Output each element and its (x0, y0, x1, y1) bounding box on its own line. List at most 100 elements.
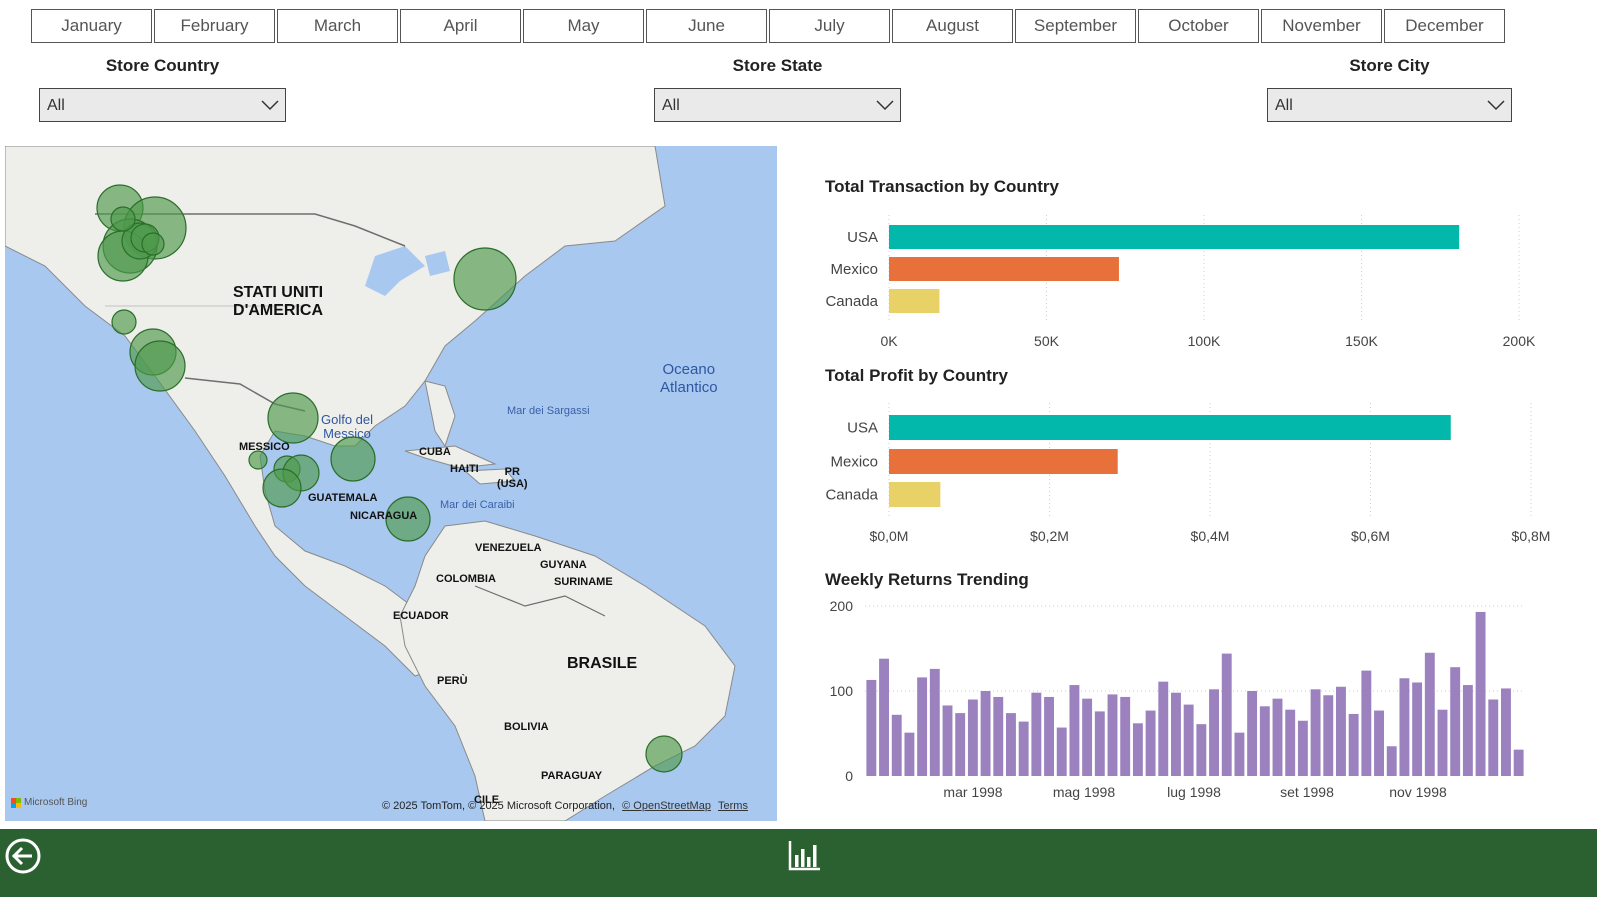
store-map[interactable]: STATI UNITI D'AMERICA Oceano Atlantico G… (5, 146, 777, 821)
y-tick-label: 200 (830, 598, 854, 614)
store-country-value: All (47, 97, 65, 114)
week-bar[interactable] (1171, 692, 1181, 776)
openstreetmap-link[interactable]: © OpenStreetMap (622, 800, 711, 812)
week-bar[interactable] (1399, 678, 1410, 776)
week-bar[interactable] (1196, 724, 1207, 776)
week-bar[interactable] (993, 696, 1004, 776)
week-bar[interactable] (1450, 667, 1461, 776)
week-bar[interactable] (967, 699, 978, 777)
week-bar[interactable] (1285, 709, 1296, 776)
month-button-november[interactable]: November (1261, 9, 1382, 43)
month-button-august[interactable]: August (892, 9, 1013, 43)
week-bar[interactable] (1513, 749, 1524, 776)
store-location-bubble[interactable] (262, 468, 302, 508)
week-bar[interactable] (1361, 670, 1372, 776)
week-bar[interactable] (1107, 694, 1118, 776)
week-bar[interactable] (1374, 710, 1384, 776)
week-bar[interactable] (1158, 681, 1169, 776)
week-bar[interactable] (1336, 686, 1346, 776)
x-tick-label: 100K (1188, 333, 1221, 349)
bar-usa[interactable] (889, 415, 1451, 440)
bar-mexico[interactable] (889, 449, 1118, 474)
week-bar[interactable] (1094, 711, 1105, 776)
store-country-dropdown[interactable]: All (39, 88, 286, 122)
store-location-bubble[interactable] (453, 247, 517, 311)
store-state-dropdown[interactable]: All (654, 88, 901, 122)
week-bar[interactable] (1056, 727, 1067, 776)
store-location-bubble[interactable] (141, 232, 165, 256)
week-bar[interactable] (1462, 685, 1473, 776)
month-button-april[interactable]: April (400, 9, 521, 43)
week-bar[interactable] (1424, 652, 1435, 776)
week-bar[interactable] (1310, 689, 1321, 776)
month-button-june[interactable]: June (646, 9, 767, 43)
month-button-january[interactable]: January (31, 9, 152, 43)
map-label-bolivia: BOLIVIA (504, 721, 549, 733)
profit-bar-chart[interactable]: $0,0M $0,2M $0,4M $0,6M $0,8M USA Mexico Canada (800, 395, 1590, 550)
store-location-bubble[interactable] (134, 340, 186, 392)
store-location-bubble[interactable] (110, 206, 136, 232)
month-button-may[interactable]: May (523, 9, 644, 43)
report-chart-icon[interactable] (788, 839, 822, 871)
week-bar[interactable] (1437, 709, 1448, 776)
back-arrow-icon[interactable] (4, 837, 42, 875)
week-bar[interactable] (1234, 732, 1245, 776)
month-button-march[interactable]: March (277, 9, 398, 43)
bar-canada[interactable] (889, 482, 941, 507)
store-city-dropdown[interactable]: All (1267, 88, 1512, 122)
month-button-september[interactable]: September (1015, 9, 1136, 43)
bar-usa[interactable] (889, 225, 1460, 249)
chart-title-weekly-returns: Weekly Returns Trending (825, 570, 1029, 589)
x-tick-label: $0,2M (1030, 528, 1069, 544)
week-bar[interactable] (955, 713, 966, 776)
week-bar[interactable] (1145, 710, 1156, 776)
week-bar[interactable] (1272, 698, 1283, 776)
week-bar[interactable] (1082, 698, 1093, 776)
week-bar[interactable] (1018, 721, 1029, 776)
month-button-february[interactable]: February (154, 9, 275, 43)
week-bar[interactable] (891, 714, 902, 776)
week-bar[interactable] (1120, 696, 1131, 776)
week-bar[interactable] (1348, 713, 1359, 776)
bar-mexico[interactable] (889, 257, 1119, 281)
bar-canada[interactable] (889, 289, 940, 313)
week-bar[interactable] (1386, 746, 1397, 776)
map-label-pr-line2: (USA) (497, 478, 528, 490)
week-bar[interactable] (929, 668, 940, 776)
week-bar[interactable] (1183, 704, 1194, 776)
week-bar[interactable] (917, 677, 928, 776)
week-bar[interactable] (1132, 723, 1143, 776)
store-location-bubble[interactable] (248, 450, 268, 470)
week-bar[interactable] (1475, 611, 1486, 776)
store-location-bubble[interactable] (645, 735, 683, 773)
week-bar[interactable] (1297, 720, 1308, 776)
week-bar[interactable] (1044, 696, 1054, 776)
week-bar[interactable] (1323, 695, 1334, 776)
week-bar[interactable] (866, 679, 877, 776)
store-location-bubble[interactable] (330, 436, 376, 482)
map-label-usa: STATI UNITI D'AMERICA (233, 284, 323, 320)
map-label-suriname: SURINAME (554, 576, 613, 588)
month-button-december[interactable]: December (1384, 9, 1505, 43)
week-bar[interactable] (1412, 682, 1423, 777)
transactions-bar-chart[interactable]: 0K 50K 100K 150K 200K USA Mexico Canada (800, 205, 1590, 355)
month-button-october[interactable]: October (1138, 9, 1259, 43)
week-bar[interactable] (904, 732, 915, 776)
store-location-bubble[interactable] (267, 392, 319, 444)
week-bar[interactable] (1006, 713, 1016, 776)
terms-link[interactable]: Terms (718, 800, 748, 812)
week-bar[interactable] (1069, 685, 1080, 776)
weekly-returns-column-chart[interactable]: 0 100 200 mar 1998 mag 1998 lug 1998 set 1998 n… (800, 595, 1590, 810)
week-bar[interactable] (1259, 706, 1270, 776)
month-button-july[interactable]: July (769, 9, 890, 43)
week-bar[interactable] (980, 691, 991, 776)
week-bar[interactable] (1031, 692, 1042, 776)
week-bar[interactable] (1501, 688, 1511, 776)
week-bar[interactable] (942, 705, 953, 776)
week-bar[interactable] (879, 658, 889, 776)
week-bar[interactable] (1209, 689, 1219, 776)
week-bar[interactable] (1247, 691, 1258, 776)
week-bar[interactable] (1488, 699, 1499, 777)
store-location-bubble[interactable] (111, 309, 137, 335)
week-bar[interactable] (1221, 653, 1232, 776)
